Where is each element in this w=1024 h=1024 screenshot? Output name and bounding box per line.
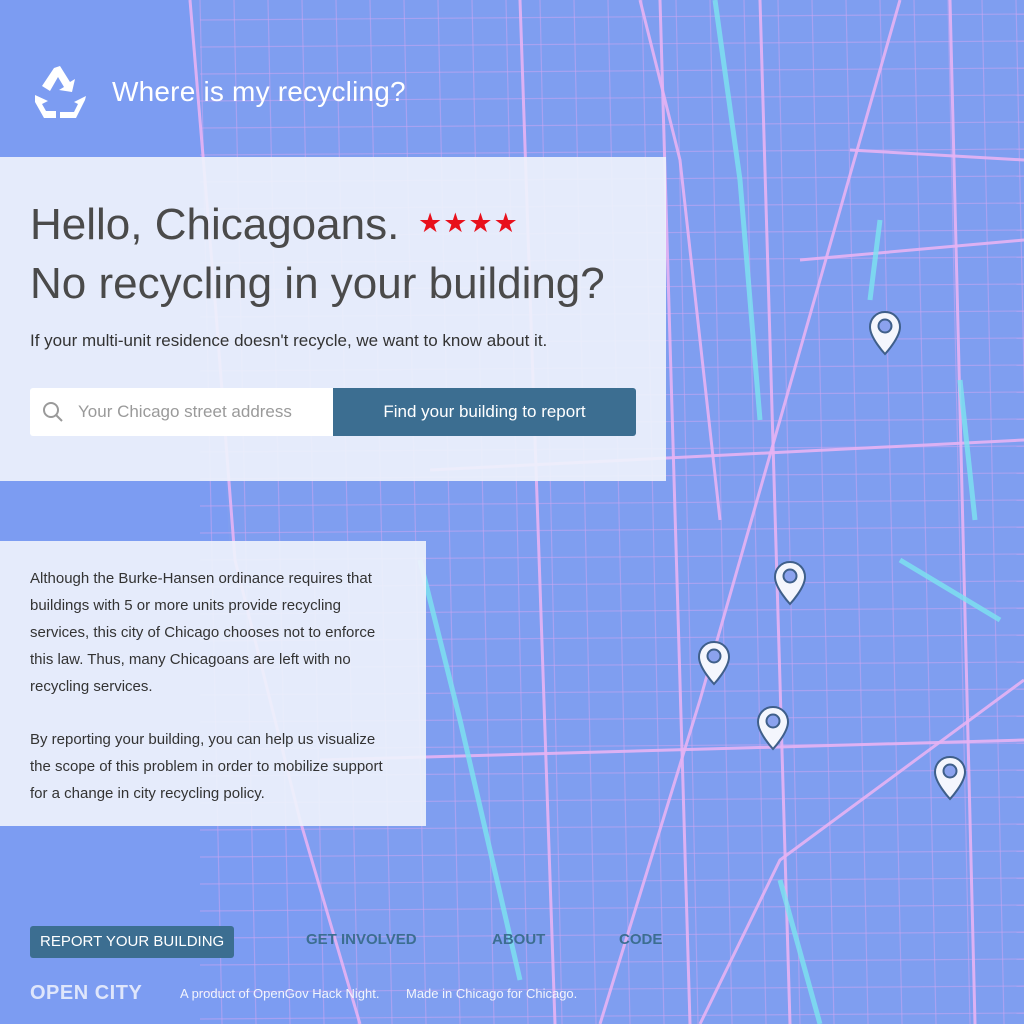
info-paragraph-ordinance: Although the Burke-Hansen ordinance requ… [30,570,376,695]
report-building-button[interactable]: REPORT YOUR BUILDING [30,926,235,958]
info-paragraph-reporting: By reporting your building, you can help… [30,731,383,802]
hero-question: No recycling in your building? [30,259,605,308]
map-pin-icon[interactable] [933,755,967,801]
footer-product[interactable]: A product of OpenGov Hack Night. [180,986,379,1001]
nav-code[interactable]: CODE [619,931,662,948]
map-pin-icon[interactable] [868,310,902,356]
site-header: Where is my recycling? [30,60,406,124]
open-city-logo[interactable]: OPEN CITY [30,982,142,1005]
footer-made-in: Made in Chicago for Chicago. [406,986,578,1001]
chicago-stars: ★★★★ [418,208,519,238]
nav-get-involved[interactable]: GET INVOLVED [306,931,417,948]
map-pin-icon[interactable] [773,560,807,606]
find-building-button[interactable]: Find your building to report [333,388,636,436]
address-search[interactable] [30,388,333,436]
info-panel: Although the Burke-Hansen ordinance requ… [0,541,426,826]
address-input[interactable] [76,401,320,423]
map-pin-icon[interactable] [756,705,790,751]
hero-lead: If your multi-unit residence doesn't rec… [30,331,548,350]
map-pin-icon[interactable] [697,640,731,686]
hero-greeting: Hello, Chicagoans. [30,200,400,249]
site-title[interactable]: Where is my recycling? [112,76,406,108]
search-icon [30,401,76,423]
map-background[interactable] [0,0,1024,1024]
nav-about[interactable]: ABOUT [492,931,545,948]
recycle-icon[interactable] [30,62,90,122]
